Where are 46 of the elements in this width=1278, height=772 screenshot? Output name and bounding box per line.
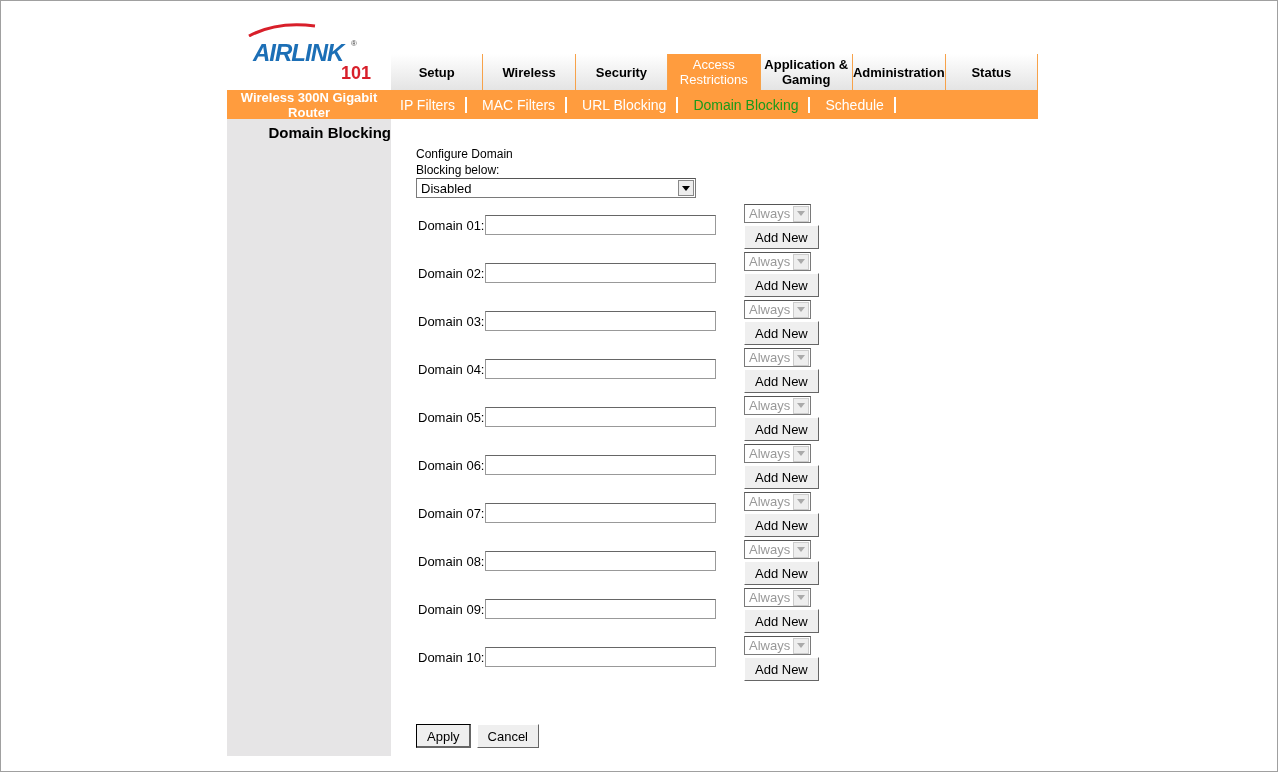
add-new-button[interactable]: Add New: [744, 369, 819, 393]
domain-input[interactable]: [485, 647, 716, 667]
add-new-button[interactable]: Add New: [744, 417, 819, 441]
add-new-button[interactable]: Add New: [744, 321, 819, 345]
nav-tab[interactable]: Administration: [852, 54, 946, 90]
domain-input[interactable]: [485, 215, 716, 235]
add-new-button[interactable]: Add New: [744, 609, 819, 633]
logo-text: AIRLINK: [253, 39, 344, 66]
domain-label: Domain 03:: [418, 314, 485, 331]
domain-label: Domain 08:: [418, 554, 485, 571]
nav-tab[interactable]: Setup: [391, 54, 484, 90]
domain-input[interactable]: [485, 359, 716, 379]
swoosh-icon: [247, 23, 317, 37]
nav-tab[interactable]: Application & Gaming: [760, 54, 853, 90]
logo-number: 101: [341, 63, 372, 84]
product-name: Wireless 300N Gigabit Router: [227, 90, 391, 119]
domain-label: Domain 02:: [418, 266, 485, 283]
nav-tab[interactable]: Security: [575, 54, 669, 90]
add-new-button[interactable]: Add New: [744, 225, 819, 249]
domain-input[interactable]: [485, 551, 716, 571]
apply-button[interactable]: Apply: [416, 724, 471, 748]
nav-tab[interactable]: Wireless: [483, 54, 576, 90]
domain-input[interactable]: [485, 599, 716, 619]
domain-input[interactable]: [485, 311, 716, 331]
add-new-button[interactable]: Add New: [744, 561, 819, 585]
domain-label: Domain 09:: [418, 602, 485, 619]
domain-label: Domain 10:: [418, 650, 485, 667]
nav-tab[interactable]: Status: [945, 54, 1038, 90]
add-new-button[interactable]: Add New: [744, 657, 819, 681]
domain-input[interactable]: [485, 455, 716, 475]
domain-input[interactable]: [485, 263, 716, 283]
add-new-button[interactable]: Add New: [744, 513, 819, 537]
registered-mark: ®: [351, 39, 357, 48]
domain-label: Domain 01:: [418, 218, 485, 235]
domain-input[interactable]: [485, 407, 716, 427]
domain-input[interactable]: [485, 503, 716, 523]
cancel-button[interactable]: Cancel: [476, 724, 539, 748]
mode-select[interactable]: Disabled: [416, 178, 696, 198]
domain-label: Domain 05:: [418, 410, 485, 427]
add-new-button[interactable]: Add New: [744, 273, 819, 297]
add-new-button[interactable]: Add New: [744, 465, 819, 489]
domain-label: Domain 04:: [418, 362, 485, 379]
domain-label: Domain 06:: [418, 458, 485, 475]
domain-label: Domain 07:: [418, 506, 485, 523]
configure-label: Configure Domain Blocking below:: [416, 146, 514, 178]
section-title: Domain Blocking: [267, 123, 391, 141]
